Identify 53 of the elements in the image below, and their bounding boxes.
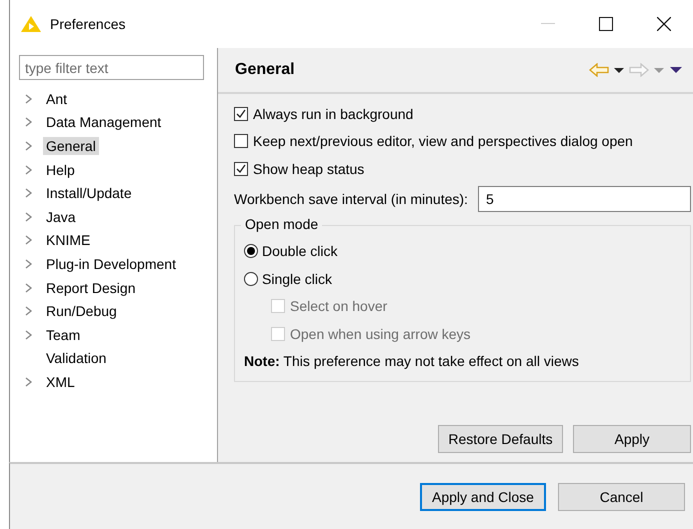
restore-defaults-button[interactable]: Restore Defaults [438, 425, 563, 453]
tree-item[interactable]: Team [43, 326, 84, 344]
checkbox-label: Show heap status [253, 160, 364, 177]
tree-item[interactable]: Plug-in Development [43, 254, 179, 273]
group-title: Open mode [241, 216, 322, 232]
apply-button[interactable]: Apply [573, 425, 691, 453]
tree-item[interactable]: General [43, 136, 99, 155]
tree-item[interactable]: Install/Update [43, 184, 135, 202]
tree-item[interactable]: Run/Debug [43, 302, 120, 320]
chevron-icon[interactable] [24, 235, 33, 246]
tree-item[interactable]: Ant [43, 90, 70, 108]
dropdown-arrow-icon[interactable] [613, 66, 625, 74]
radio-label: Double click [262, 243, 338, 260]
chevron-icon[interactable] [24, 117, 33, 128]
chevron-icon[interactable] [24, 188, 33, 198]
note-text: Note: This preference may not take effect on all views [244, 353, 579, 369]
chevron-icon[interactable] [24, 282, 33, 293]
field-label: Workbench save interval (in minutes): [234, 190, 468, 206]
chevron-icon[interactable] [24, 140, 33, 151]
tree-item[interactable]: Help [43, 160, 78, 179]
tree-item[interactable]: Data Management [43, 113, 164, 132]
tree-item[interactable]: KNIME [43, 231, 94, 250]
chevron-icon[interactable] [24, 376, 33, 387]
maximize-icon[interactable] [599, 17, 613, 31]
chevron-icon[interactable] [24, 164, 33, 175]
apply-and-close-button[interactable]: Apply and Close [420, 482, 546, 510]
radio-label: Single click [262, 270, 332, 287]
checkbox-label: Keep next/previous editor, view and perspectives dialog open [253, 133, 633, 150]
app-logo-icon [20, 15, 42, 33]
chevron-icon[interactable] [24, 258, 33, 269]
view-menu-icon[interactable] [669, 66, 683, 74]
checkbox-label: Always run in background [253, 106, 414, 122]
checkbox[interactable] [234, 162, 248, 176]
tree-item[interactable]: Validation [43, 349, 110, 368]
tree-item[interactable]: Java [43, 208, 79, 226]
window-title: Preferences [50, 16, 126, 32]
cancel-button[interactable]: Cancel [558, 482, 685, 510]
radio-button[interactable] [244, 244, 258, 258]
checkbox[interactable] [234, 106, 248, 121]
chevron-icon[interactable] [24, 306, 33, 316]
checkbox[interactable] [234, 134, 248, 148]
page-title: General [235, 61, 295, 79]
close-icon[interactable] [657, 17, 671, 31]
chevron-icon[interactable] [24, 94, 33, 104]
interval-field[interactable]: 5 [478, 186, 691, 212]
chevron-icon[interactable] [24, 212, 33, 222]
tree-item[interactable]: XML [43, 372, 78, 391]
chevron-icon[interactable] [24, 330, 33, 340]
filter-field[interactable]: type filter text [19, 55, 204, 80]
radio-button[interactable] [244, 272, 258, 286]
tree-item[interactable]: Report Design [43, 278, 138, 297]
checkbox-label: Open when using arrow keys [290, 326, 471, 342]
checkbox-label: Select on hover [290, 298, 388, 314]
